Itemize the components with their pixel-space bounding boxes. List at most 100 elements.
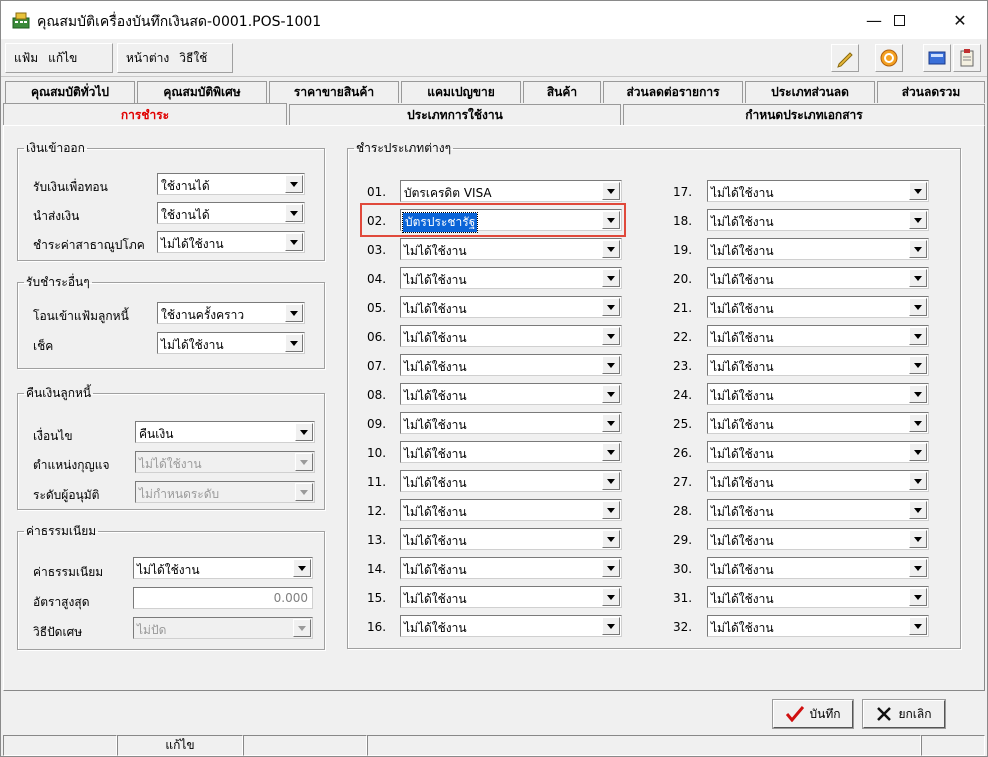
payment-type-combo[interactable]: ไม่ได้ใช้งาน (400, 470, 622, 492)
payment-type-combo[interactable]: ไม่ได้ใช้งาน (400, 296, 622, 318)
other-combo-1[interactable]: ไม่ได้ใช้งาน (157, 332, 305, 354)
refund-combo-0[interactable]: คืนเงิน (135, 421, 315, 443)
payment-type-combo[interactable]: ไม่ได้ใช้งาน (707, 528, 929, 550)
cash-combo-2[interactable]: ไม่ได้ใช้งาน (157, 231, 305, 253)
cash-combo-0[interactable]: ใช้งานได้ (157, 173, 305, 195)
chevron-down-icon[interactable] (285, 204, 303, 222)
cancel-button[interactable]: ยกเลิก (862, 699, 946, 729)
chevron-down-icon[interactable] (602, 240, 620, 258)
chevron-down-icon[interactable] (602, 472, 620, 490)
maximize-button[interactable] (876, 1, 922, 39)
chevron-down-icon[interactable] (909, 588, 927, 606)
chevron-down-icon[interactable] (602, 327, 620, 345)
chevron-down-icon[interactable] (602, 182, 620, 200)
chevron-down-icon[interactable] (909, 211, 927, 229)
menu-help[interactable]: วิธีใช้ (177, 49, 215, 68)
chevron-down-icon[interactable] (909, 385, 927, 403)
payment-type-combo[interactable]: ไม่ได้ใช้งาน (400, 528, 622, 550)
tab-payment[interactable]: การชำระ (3, 103, 287, 126)
cash-combo-1[interactable]: ใช้งานได้ (157, 202, 305, 224)
payment-type-combo[interactable]: ไม่ได้ใช้งาน (707, 325, 929, 347)
chevron-down-icon[interactable] (602, 501, 620, 519)
payment-type-combo[interactable]: ไม่ได้ใช้งาน (707, 557, 929, 579)
chevron-down-icon[interactable] (909, 559, 927, 577)
chevron-down-icon[interactable] (909, 443, 927, 461)
payment-type-combo[interactable]: บัตรเครดิต VISA (400, 180, 622, 202)
chevron-down-icon[interactable] (602, 559, 620, 577)
payment-type-combo[interactable]: ไม่ได้ใช้งาน (400, 354, 622, 376)
chevron-down-icon[interactable] (909, 182, 927, 200)
chevron-down-icon[interactable] (602, 414, 620, 432)
other-combo-0[interactable]: ใช้งานครั้งคราว (157, 302, 305, 324)
chevron-down-icon[interactable] (602, 588, 620, 606)
chevron-down-icon[interactable] (909, 356, 927, 374)
chevron-down-icon[interactable] (602, 385, 620, 403)
calculator-button[interactable] (923, 44, 951, 72)
tab-total-discount[interactable]: ส่วนลดรวม (877, 81, 985, 103)
max-rate-field[interactable]: 0.000 (133, 587, 313, 609)
chevron-down-icon[interactable] (285, 334, 303, 352)
payment-type-combo[interactable]: ไม่ได้ใช้งาน (707, 296, 929, 318)
payment-type-combo[interactable]: ไม่ได้ใช้งาน (400, 383, 622, 405)
tab-special-properties[interactable]: คุณสมบัติพิเศษ (137, 81, 267, 103)
chevron-down-icon[interactable] (602, 269, 620, 287)
chevron-down-icon[interactable] (602, 298, 620, 316)
chevron-down-icon[interactable] (285, 233, 303, 251)
payment-type-combo[interactable]: ไม่ได้ใช้งาน (707, 412, 929, 434)
menu-file[interactable]: แฟ้ม (6, 49, 46, 68)
chevron-down-icon[interactable] (293, 559, 311, 577)
chevron-down-icon[interactable] (909, 269, 927, 287)
payment-type-combo[interactable]: ไม่ได้ใช้งาน (707, 586, 929, 608)
payment-type-combo[interactable]: ไม่ได้ใช้งาน (400, 441, 622, 463)
chevron-down-icon[interactable] (909, 298, 927, 316)
tab-item-discount[interactable]: ส่วนลดต่อรายการ (603, 81, 743, 103)
tab-products[interactable]: สินค้า (523, 81, 601, 103)
chevron-down-icon[interactable] (909, 617, 927, 635)
payment-type-combo[interactable]: ไม่ได้ใช้งาน (707, 383, 929, 405)
payment-type-combo[interactable]: ไม่ได้ใช้งาน (707, 615, 929, 637)
payment-type-combo[interactable]: ไม่ได้ใช้งาน (400, 557, 622, 579)
chevron-down-icon[interactable] (602, 443, 620, 461)
chevron-down-icon[interactable] (285, 304, 303, 322)
payment-type-combo[interactable]: ไม่ได้ใช้งาน (707, 470, 929, 492)
payment-type-combo[interactable]: ไม่ได้ใช้งาน (707, 238, 929, 260)
payment-type-combo[interactable]: ไม่ได้ใช้งาน (707, 267, 929, 289)
chevron-down-icon[interactable] (909, 414, 927, 432)
menu-window[interactable]: หน้าต่าง (118, 49, 177, 68)
tab-document-type[interactable]: กำหนดประเภทเอกสาร (623, 104, 985, 126)
tab-usage-type[interactable]: ประเภทการใช้งาน (289, 104, 621, 126)
save-button[interactable]: บันทึก (772, 699, 854, 729)
payment-type-combo[interactable]: ไม่ได้ใช้งาน (400, 238, 622, 260)
tab-selling-price[interactable]: ราคาขายสินค้า (269, 81, 399, 103)
chevron-down-icon[interactable] (602, 530, 620, 548)
chevron-down-icon[interactable] (285, 175, 303, 193)
clipboard-button[interactable] (953, 44, 981, 72)
payment-type-combo[interactable]: ไม่ได้ใช้งาน (400, 267, 622, 289)
payment-type-combo[interactable]: ไม่ได้ใช้งาน (400, 325, 622, 347)
chevron-down-icon[interactable] (909, 240, 927, 258)
chevron-down-icon[interactable] (909, 327, 927, 345)
payment-type-combo[interactable]: ไม่ได้ใช้งาน (400, 586, 622, 608)
chevron-down-icon[interactable] (909, 472, 927, 490)
chevron-down-icon[interactable] (602, 617, 620, 635)
payment-type-combo[interactable]: ไม่ได้ใช้งาน (400, 499, 622, 521)
fee-combo[interactable]: ไม่ได้ใช้งาน (133, 557, 313, 579)
payment-type-combo[interactable]: ไม่ได้ใช้งาน (707, 180, 929, 202)
payment-type-combo[interactable]: ไม่ได้ใช้งาน (707, 354, 929, 376)
payment-type-combo[interactable]: ไม่ได้ใช้งาน (400, 412, 622, 434)
menu-edit[interactable]: แก้ไข (46, 49, 85, 68)
tab-sales-campaign[interactable]: แคมเปญขาย (401, 81, 521, 103)
tab-discount-type[interactable]: ประเภทส่วนลด (745, 81, 875, 103)
refresh-button[interactable] (875, 44, 903, 72)
payment-type-combo[interactable]: ไม่ได้ใช้งาน (707, 499, 929, 521)
payment-type-combo[interactable]: ไม่ได้ใช้งาน (707, 441, 929, 463)
payment-type-combo[interactable]: ไม่ได้ใช้งาน (707, 209, 929, 231)
chevron-down-icon[interactable] (909, 530, 927, 548)
chevron-down-icon[interactable] (909, 501, 927, 519)
chevron-down-icon[interactable] (295, 423, 313, 441)
chevron-down-icon[interactable] (602, 356, 620, 374)
tab-general-properties[interactable]: คุณสมบัติทั่วไป (5, 81, 135, 103)
close-button[interactable]: ✕ (937, 1, 983, 39)
payment-type-combo[interactable]: ไม่ได้ใช้งาน (400, 615, 622, 637)
edit-pencil-button[interactable] (831, 44, 859, 72)
